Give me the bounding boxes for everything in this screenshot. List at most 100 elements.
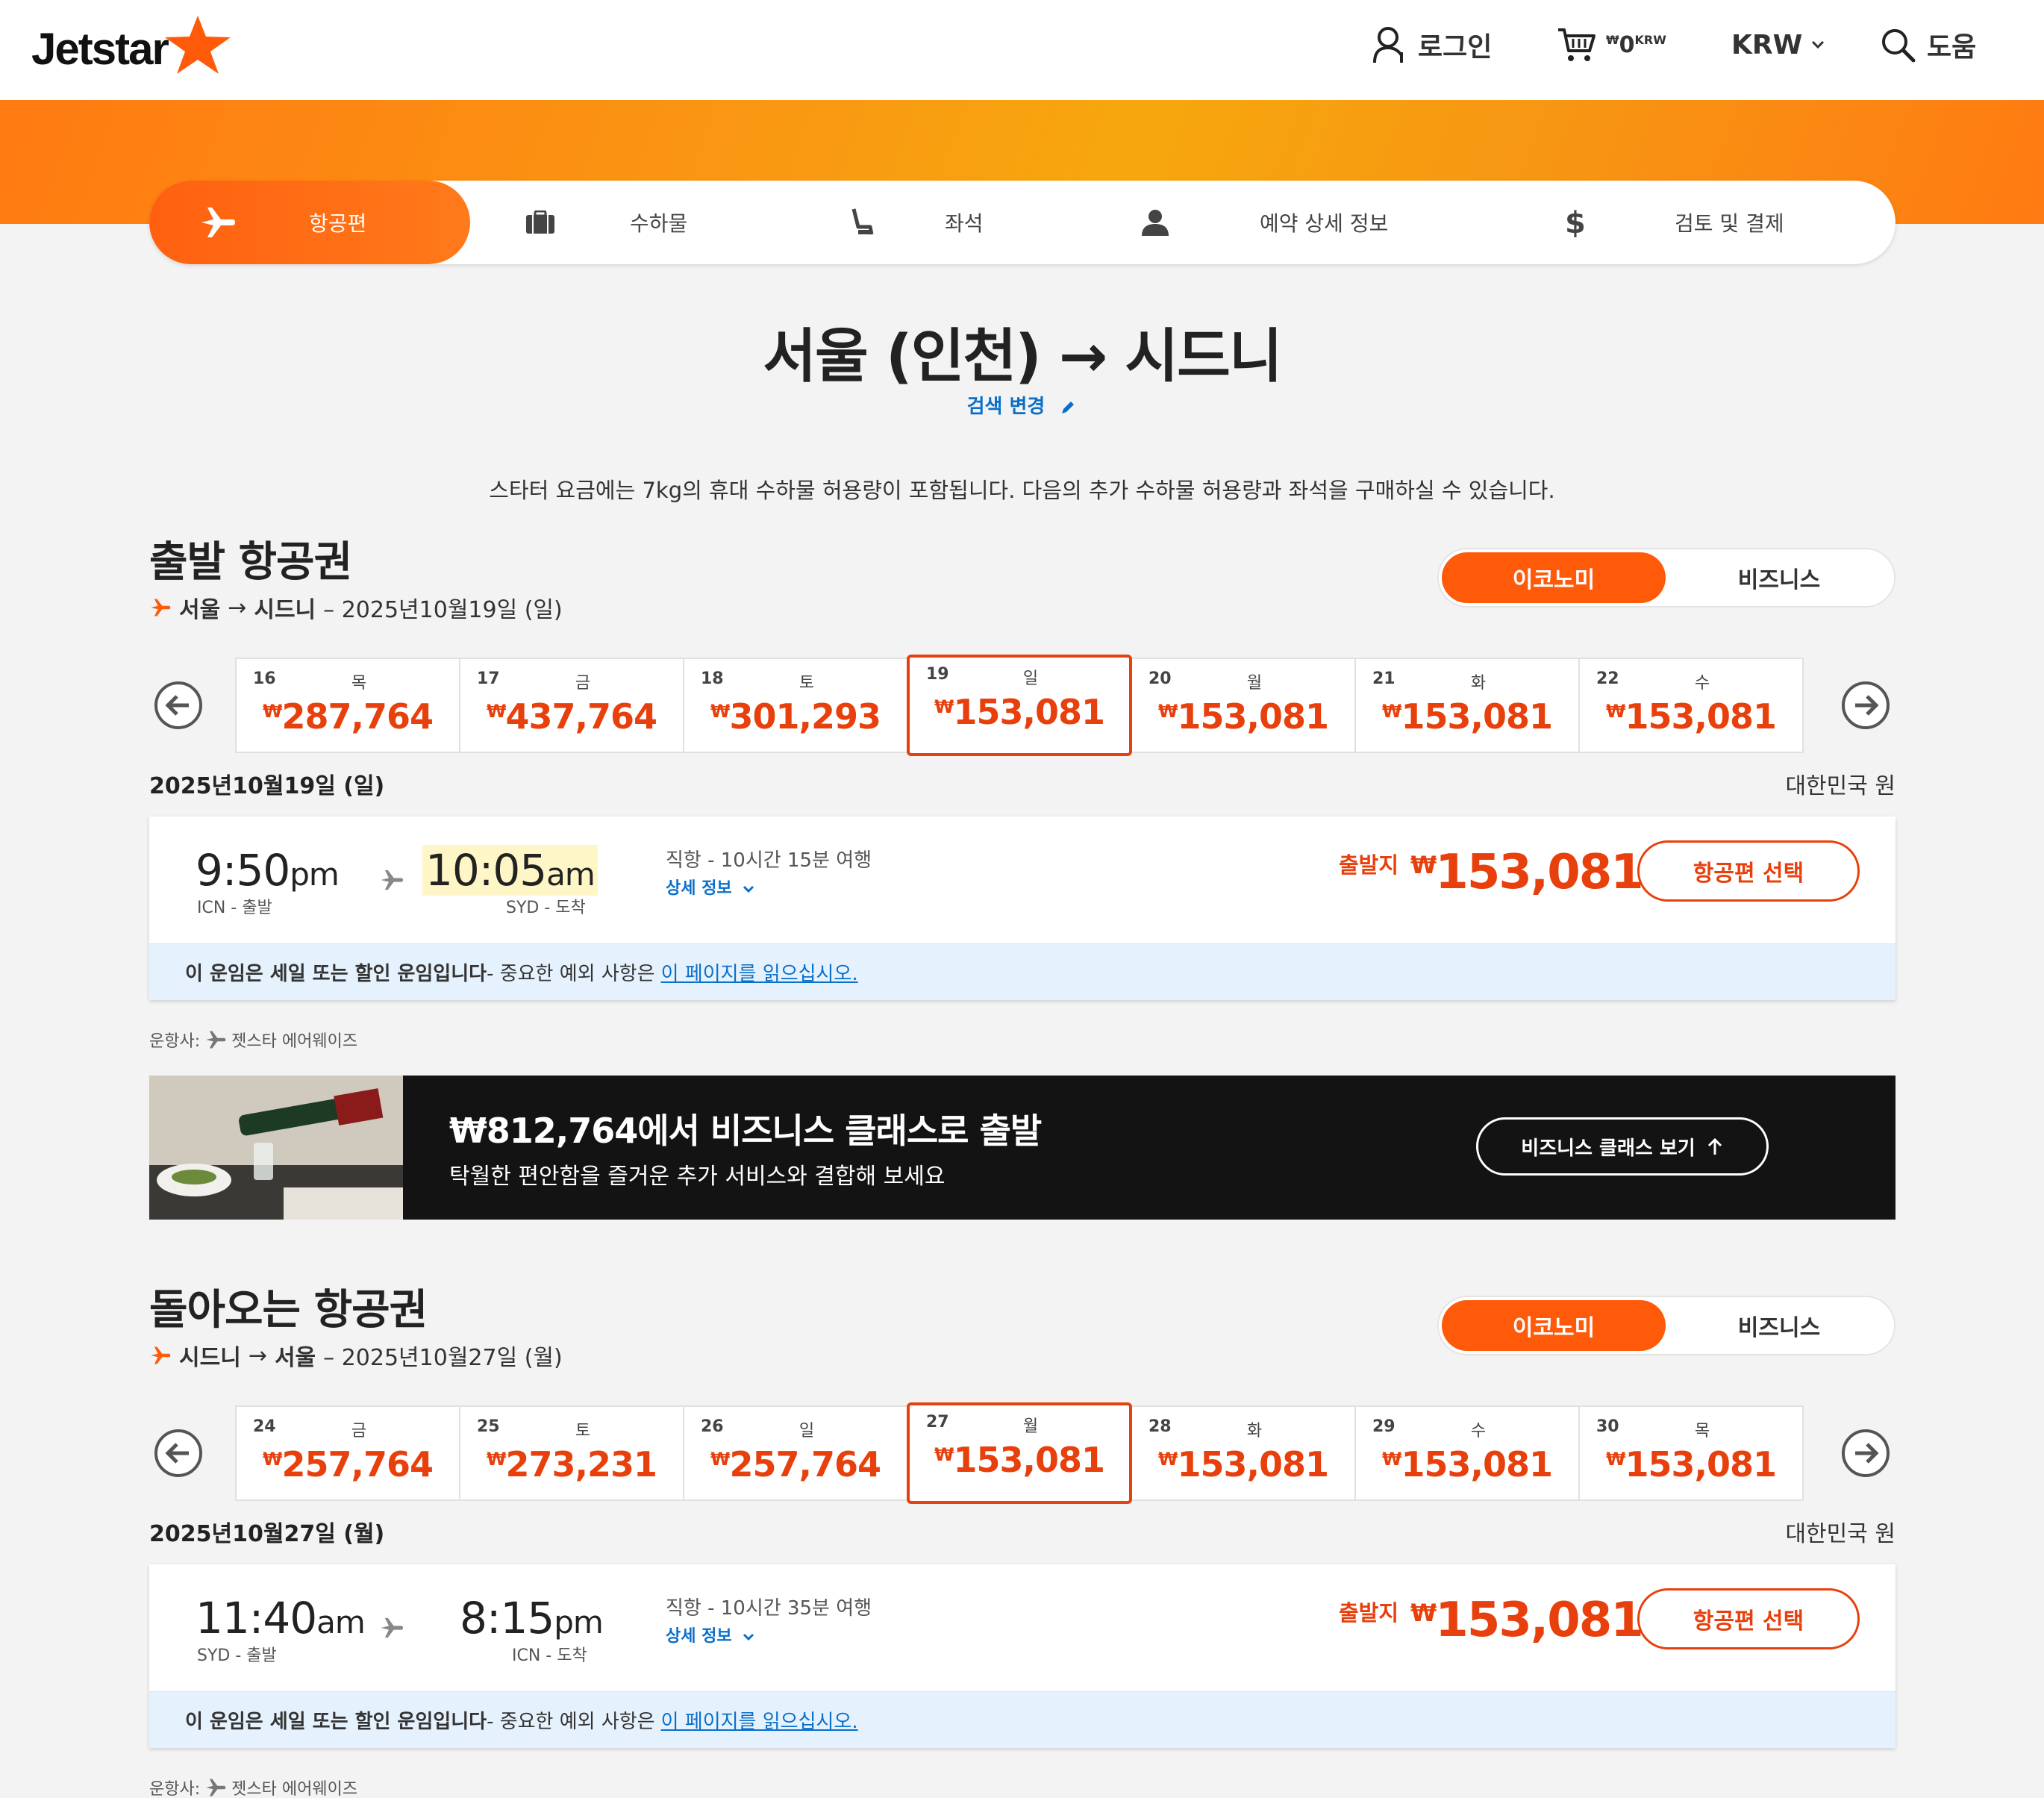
fare-rules-link[interactable]: 이 페이지를 읽으십시오.: [661, 958, 858, 986]
search-icon: [1882, 29, 1916, 63]
cart-icon: [1558, 28, 1595, 61]
date-option[interactable]: 17 금 ₩437,764: [459, 658, 684, 753]
champagne-image: [149, 1076, 403, 1220]
date-price: ₩153,081: [934, 692, 1105, 732]
dollar-icon: $: [1565, 206, 1585, 239]
date-option[interactable]: 24 금 ₩257,764: [235, 1405, 460, 1501]
date-price: ₩153,081: [934, 1440, 1105, 1480]
flight-card: 9:50pm ICN - 출발 10:05am SYD - 도착 직항 - 10…: [149, 817, 1895, 1000]
date-price: ₩153,081: [1382, 1444, 1553, 1485]
step-seats[interactable]: 좌석: [846, 181, 1085, 264]
outbound-class-toggle: 이코노미 비즈니스: [1437, 548, 1895, 608]
date-price: ₩153,081: [1606, 696, 1777, 737]
flight-details-toggle[interactable]: 상세 정보: [666, 875, 755, 899]
route-to: 시드니: [254, 597, 316, 623]
date-weekday: 수: [1694, 674, 1710, 693]
plane-icon: [206, 1779, 226, 1797]
next-dates-arrow-icon[interactable]: [1840, 680, 1891, 731]
date-weekday: 화: [1246, 1422, 1263, 1440]
date-price: ₩257,764: [710, 1444, 881, 1485]
step-label: 항공편: [309, 211, 367, 236]
plane-icon: [201, 207, 235, 237]
currency-selector[interactable]: KRW: [1731, 22, 1826, 67]
currency-label: KRW: [1731, 29, 1803, 60]
change-search-label: 검색 변경: [966, 396, 1046, 418]
date-option[interactable]: 25 토 ₩273,231: [459, 1405, 684, 1501]
select-flight-button[interactable]: 항공편 선택: [1637, 1588, 1860, 1649]
route-arrow: →: [248, 1342, 267, 1369]
flight-duration: 직항 - 10시간 15분 여행: [666, 849, 872, 872]
return-class-toggle: 이코노미 비즈니스: [1437, 1296, 1895, 1355]
login-label: 로그인: [1418, 32, 1493, 63]
date-weekday: 화: [1470, 674, 1487, 693]
plane-icon: [151, 1346, 171, 1364]
flight-details-toggle[interactable]: 상세 정보: [666, 1623, 755, 1646]
fare-rules-link[interactable]: 이 페이지를 읽으십시오.: [661, 1706, 858, 1734]
depart-time: 9:50pm: [196, 845, 340, 896]
help-link[interactable]: 도움: [1879, 22, 1976, 67]
fare-note: 이 운임은 세일 또는 할인 운임입니다 - 중요한 예외 사항은 이 페이지를…: [149, 1691, 1895, 1748]
banner-subtitle: 탁월한 편안함을 즐거운 추가 서비스와 결합해 보세요: [449, 1164, 946, 1190]
step-booking-details[interactable]: 예약 상세 정보: [1140, 181, 1558, 264]
date-weekday: 일: [798, 1422, 815, 1440]
pencil-icon: [1062, 401, 1075, 413]
date-option[interactable]: 26 일 ₩257,764: [683, 1405, 908, 1501]
step-label: 수하물: [630, 211, 688, 236]
date-option-selected[interactable]: 19 일 ₩153,081: [907, 655, 1132, 756]
cart-currency: KRW: [1634, 32, 1666, 47]
date-option[interactable]: 30 목 ₩153,081: [1578, 1405, 1804, 1501]
date-weekday: 목: [351, 674, 367, 693]
next-dates-arrow-icon[interactable]: [1840, 1428, 1891, 1479]
flight-price: ₩153,081: [1410, 1593, 1644, 1648]
business-class-banner: ₩812,764에서 비즈니스 클래스로 출발 탁월한 편안함을 즐거운 추가 …: [149, 1076, 1895, 1220]
route-arrow: →: [228, 594, 247, 621]
page-title: 서울 (인천) → 시드니: [763, 323, 1282, 390]
logo-text: Jetstar: [31, 23, 169, 74]
business-option[interactable]: 비즈니스: [1667, 1300, 1891, 1351]
booking-stepper: 항공편 수하물 좌석 예약 상세 정보 $ 검토 및 결제: [149, 181, 1895, 264]
date-option[interactable]: 16 목 ₩287,764: [235, 658, 460, 753]
date-weekday: 목: [1694, 1422, 1710, 1440]
date-price: ₩153,081: [1158, 1444, 1329, 1485]
date-option[interactable]: 21 화 ₩153,081: [1354, 658, 1580, 753]
flight-card: 11:40am SYD - 출발 8:15pm ICN - 도착 직항 - 10…: [149, 1564, 1895, 1748]
date-weekday: 토: [575, 1422, 591, 1440]
step-review-payment[interactable]: $ 검토 및 결제: [1563, 181, 1891, 264]
prev-dates-arrow-icon[interactable]: [153, 1428, 204, 1479]
step-flights[interactable]: 항공편: [149, 181, 470, 264]
prev-dates-arrow-icon[interactable]: [153, 680, 204, 731]
select-flight-button[interactable]: 항공편 선택: [1637, 840, 1860, 902]
chevron-down-icon: [1812, 40, 1825, 49]
date-option-selected[interactable]: 27 월 ₩153,081: [907, 1402, 1132, 1504]
cart-button[interactable]: ₩0KRW: [1557, 22, 1666, 67]
jetstar-logo[interactable]: Jetstar: [31, 15, 232, 82]
step-label: 좌석: [945, 211, 984, 236]
depart-label: ICN - 출발: [197, 899, 272, 917]
user-icon: [1373, 27, 1403, 63]
seat-icon: [851, 208, 874, 235]
change-search-link[interactable]: 검색 변경: [0, 391, 2044, 419]
business-option[interactable]: 비즈니스: [1667, 552, 1891, 603]
svg-text:$: $: [1565, 206, 1585, 239]
date-weekday: 금: [575, 674, 591, 693]
outbound-title: 출발 항공권: [149, 538, 352, 587]
date-option[interactable]: 29 수 ₩153,081: [1354, 1405, 1580, 1501]
date-option[interactable]: 18 토 ₩301,293: [683, 658, 908, 753]
economy-option[interactable]: 이코노미: [1442, 1300, 1666, 1351]
date-option[interactable]: 20 월 ₩153,081: [1131, 658, 1356, 753]
date-price: ₩257,764: [263, 1444, 434, 1485]
cart-symbol: ₩: [1606, 32, 1619, 47]
route-from: 서울: [179, 597, 221, 623]
date-price: ₩273,231: [487, 1444, 657, 1485]
view-business-class-button[interactable]: 비즈니스 클래스 보기: [1476, 1117, 1769, 1176]
step-baggage[interactable]: 수하물: [521, 181, 797, 264]
login-link[interactable]: 로그인: [1372, 22, 1492, 67]
economy-option[interactable]: 이코노미: [1442, 552, 1666, 603]
arrive-label: ICN - 도착: [512, 1646, 587, 1665]
date-price: ₩287,764: [263, 696, 434, 737]
baggage-notice: 스타터 요금에는 7kg의 휴대 수하물 허용량이 포함됩니다. 다음의 추가 …: [489, 478, 1555, 503]
date-option[interactable]: 22 수 ₩153,081: [1578, 658, 1804, 753]
date-weekday: 금: [351, 1422, 367, 1440]
date-option[interactable]: 28 화 ₩153,081: [1131, 1405, 1356, 1501]
date-price: ₩437,764: [487, 696, 657, 737]
